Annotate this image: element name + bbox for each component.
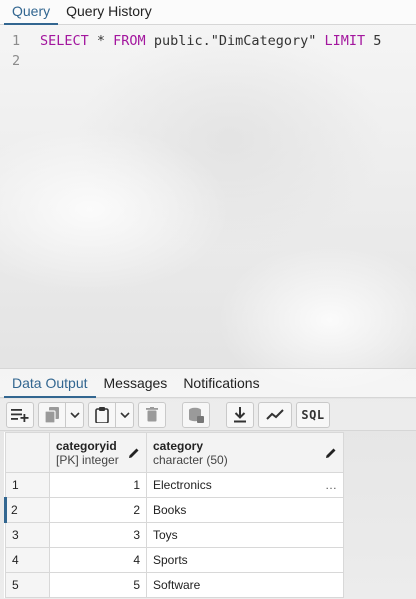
table-row[interactable]: 3 3 Toys <box>5 522 344 548</box>
column-type: character (50) <box>153 452 228 467</box>
code-keyword: LIMIT <box>324 33 366 49</box>
copy-icon <box>45 406 59 423</box>
pencil-icon[interactable] <box>325 447 337 459</box>
tab-notifications[interactable]: Notifications <box>175 371 267 397</box>
table-row[interactable]: 5 5 Software <box>5 572 344 598</box>
editor-line[interactable]: 2 <box>0 51 416 71</box>
code-text: * <box>88 33 114 49</box>
delete-row-button[interactable] <box>138 401 166 428</box>
copy-button[interactable] <box>38 401 66 428</box>
table-row[interactable]: 4 4 Sports <box>5 547 344 573</box>
column-header-category[interactable]: category character (50) <box>146 432 344 473</box>
cell-category[interactable]: Software <box>146 572 344 598</box>
pencil-icon[interactable] <box>128 447 140 459</box>
paste-split-button <box>88 401 134 428</box>
output-tabs: Data Output Messages Notifications <box>0 368 416 398</box>
cell-categoryid[interactable]: 2 <box>49 497 147 523</box>
column-name: category <box>153 438 204 453</box>
add-row-button[interactable] <box>6 401 34 428</box>
cell-categoryid[interactable]: 5 <box>49 572 147 598</box>
row-number[interactable]: 4 <box>5 547 50 573</box>
line-number: 2 <box>12 53 21 69</box>
sql-button[interactable]: SQL <box>296 401 330 428</box>
code-text: 5 <box>365 33 382 49</box>
code-keyword: SELECT <box>40 33 89 49</box>
cell-text: Electronics <box>153 478 212 492</box>
cell-categoryid[interactable]: 4 <box>49 547 147 573</box>
tab-query[interactable]: Query <box>4 1 59 25</box>
data-output-toolbar: SQL <box>0 399 416 431</box>
table-row[interactable]: 1 1 Electronics … <box>5 472 344 498</box>
paste-button[interactable] <box>88 401 116 428</box>
paste-icon <box>95 406 109 423</box>
tab-query-history[interactable]: Query History <box>58 1 160 24</box>
row-number-header[interactable] <box>5 432 50 473</box>
cell-category[interactable]: Sports <box>146 547 344 573</box>
cell-categoryid[interactable]: 3 <box>49 522 147 548</box>
paste-options-button[interactable] <box>116 401 134 428</box>
row-number[interactable]: 3 <box>5 522 50 548</box>
graph-visualiser-button[interactable] <box>258 401 292 428</box>
cell-category[interactable]: Toys <box>146 522 344 548</box>
copy-options-button[interactable] <box>66 401 84 428</box>
delete-icon <box>146 407 158 422</box>
cell-categoryid[interactable]: 1 <box>49 472 147 498</box>
row-number[interactable]: 1 <box>5 472 50 498</box>
code-line[interactable]: SELECT * FROM public."DimCategory" LIMIT… <box>40 31 381 51</box>
cell-category[interactable]: Books <box>146 497 344 523</box>
chevron-down-icon <box>119 411 130 418</box>
sql-editor[interactable]: 1 SELECT * FROM public."DimCategory" LIM… <box>0 26 416 366</box>
editor-line[interactable]: 1 SELECT * FROM public."DimCategory" LIM… <box>0 31 416 51</box>
table-row[interactable]: 2 2 Books <box>4 497 344 523</box>
line-number: 1 <box>12 33 21 49</box>
cell-expand-button[interactable]: … <box>325 478 337 492</box>
cell-category[interactable]: Electronics … <box>146 472 344 498</box>
code-keyword: FROM <box>113 33 146 49</box>
sql-label: SQL <box>301 407 325 422</box>
chevron-down-icon <box>69 411 80 418</box>
add-row-icon <box>11 408 29 422</box>
query-tabs: Query Query History <box>0 0 416 25</box>
row-number[interactable]: 2 <box>4 497 50 523</box>
graph-icon <box>266 408 284 420</box>
data-grid: categoryid [PK] integer category charact… <box>4 432 344 598</box>
tab-messages[interactable]: Messages <box>96 371 176 397</box>
column-type: [PK] integer <box>56 452 119 467</box>
row-number[interactable]: 5 <box>5 572 50 598</box>
save-data-button[interactable] <box>182 401 210 428</box>
code-text: public."DimCategory" <box>145 33 325 49</box>
column-name: categoryid <box>56 438 117 453</box>
tab-data-output[interactable]: Data Output <box>4 371 96 398</box>
column-header-categoryid[interactable]: categoryid [PK] integer <box>49 432 147 473</box>
download-icon <box>234 406 246 422</box>
grid-header-row: categoryid [PK] integer category charact… <box>5 432 344 473</box>
copy-split-button <box>38 401 84 428</box>
download-button[interactable] <box>226 401 254 428</box>
save-data-icon <box>189 407 204 423</box>
